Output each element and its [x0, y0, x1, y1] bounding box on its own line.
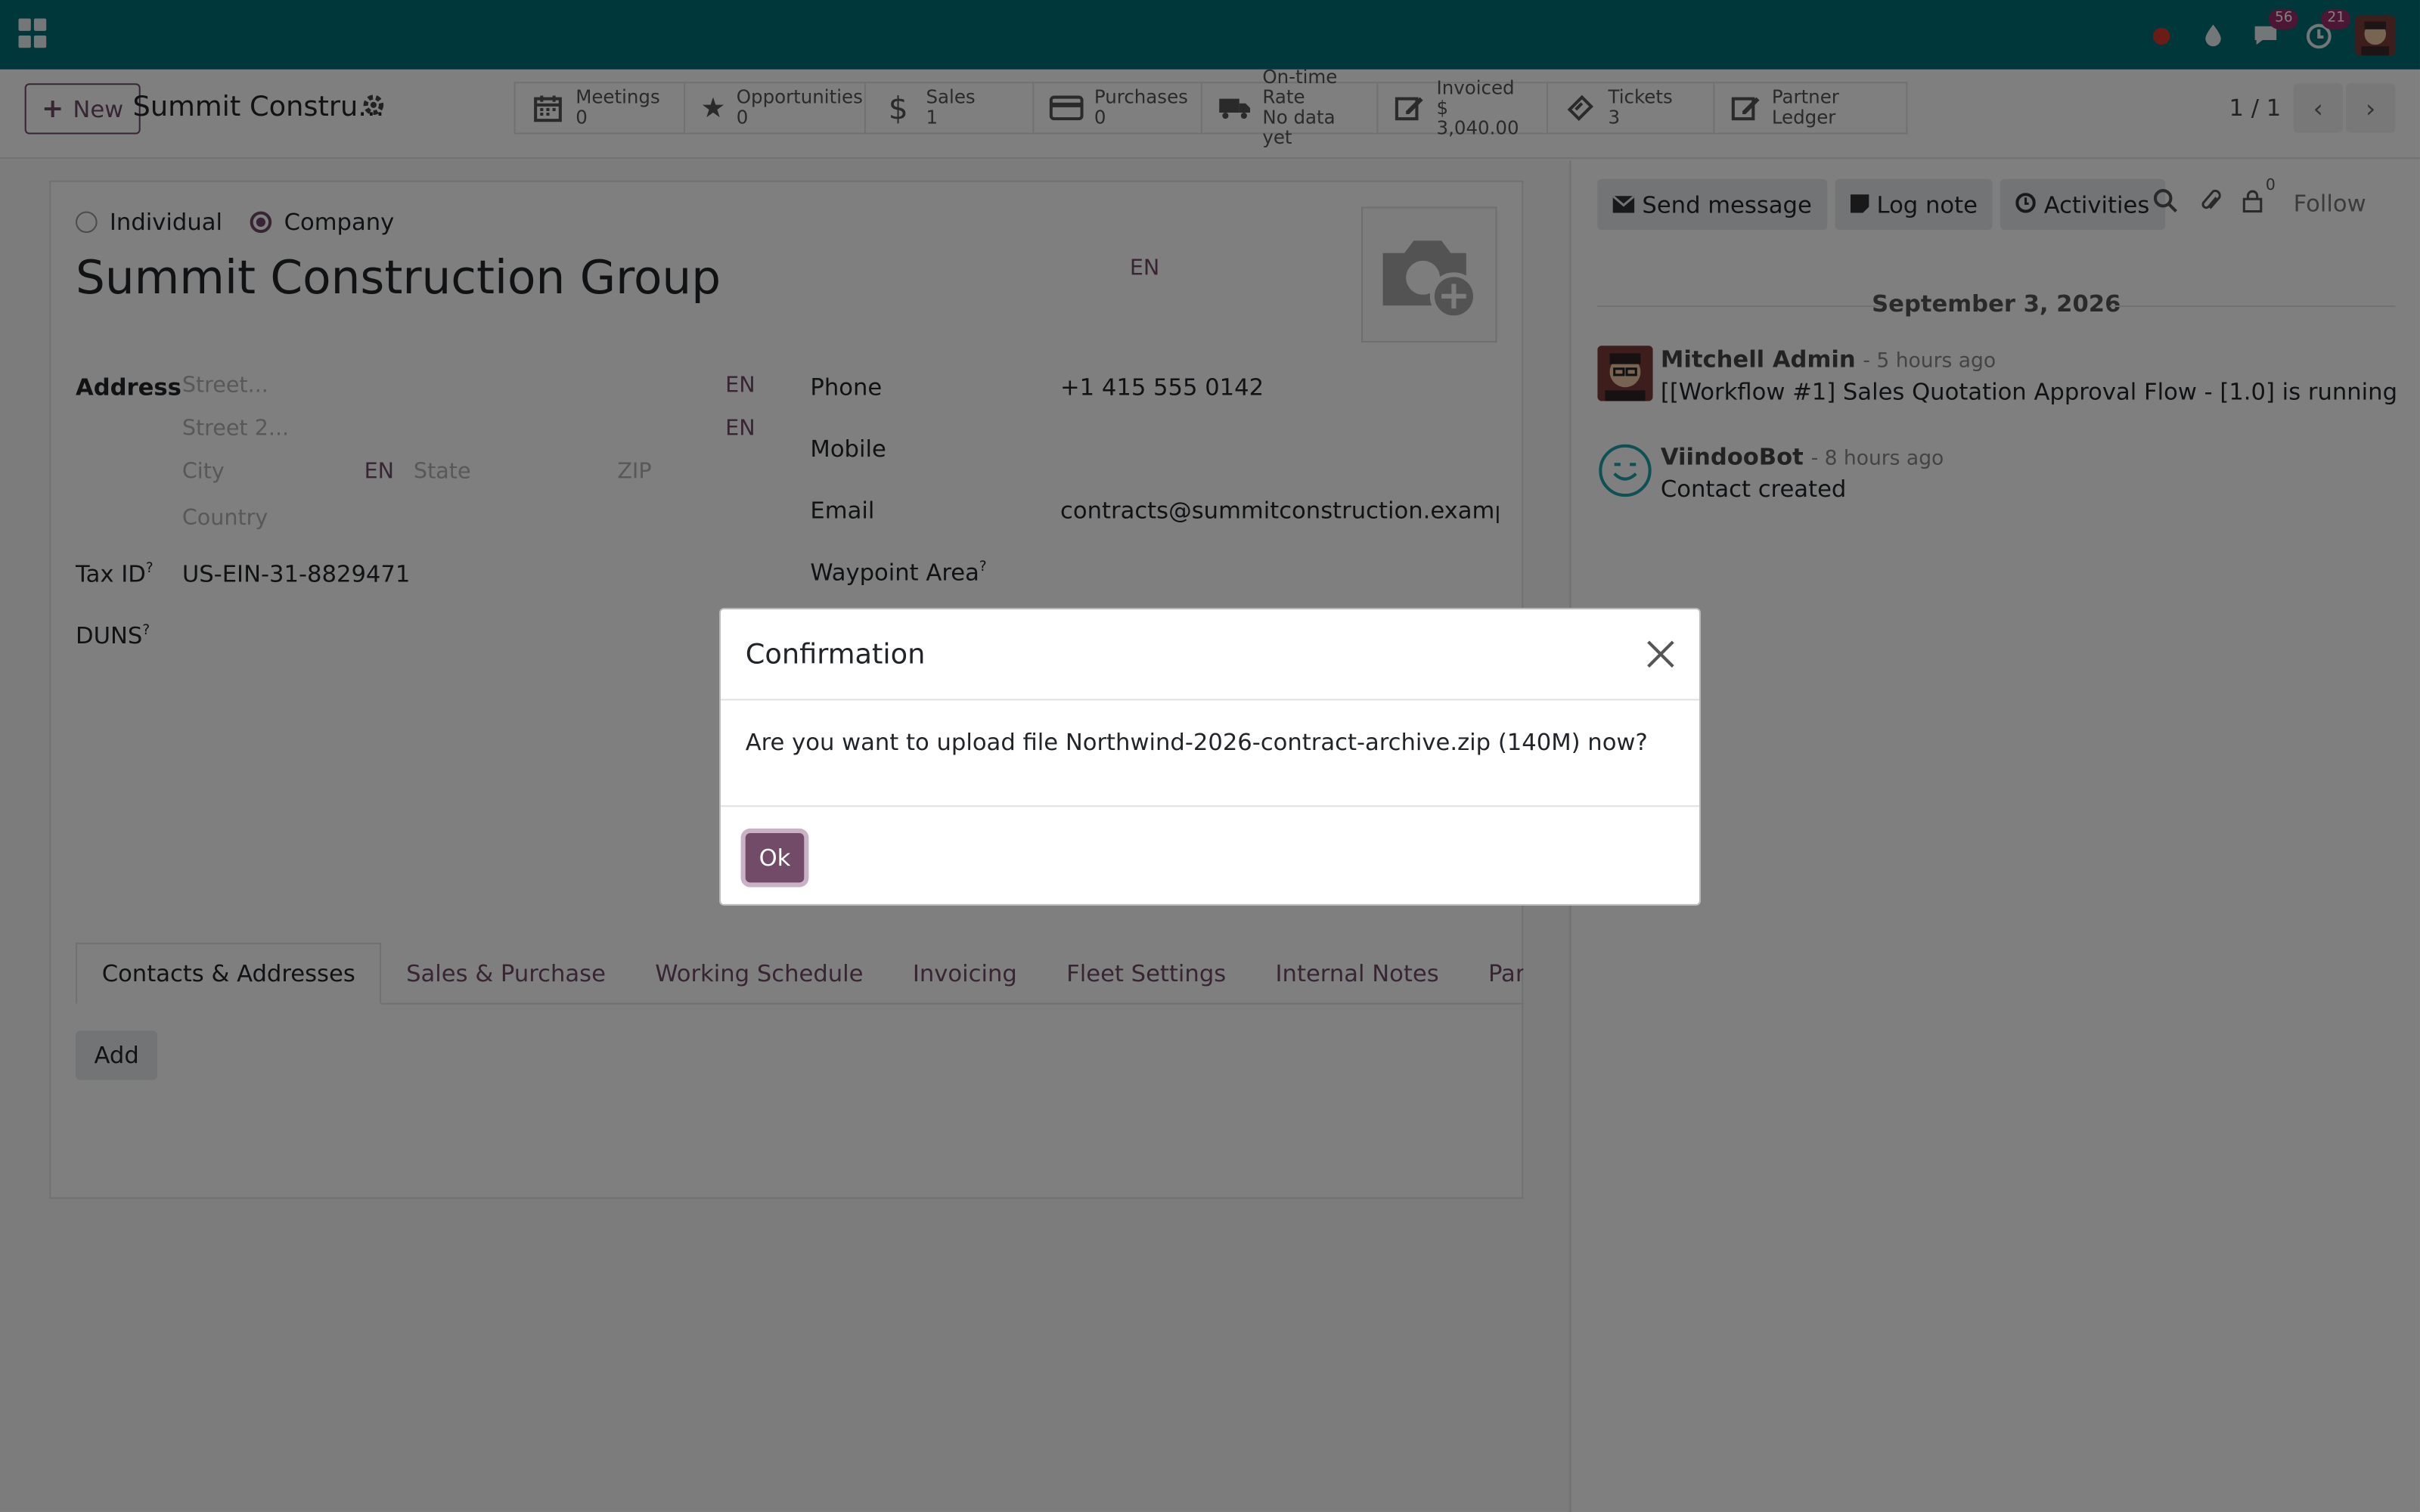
ok-button[interactable]: Ok: [745, 833, 805, 883]
dialog-close-button[interactable]: [1643, 637, 1677, 671]
dialog-body: Are you want to upload file Northwind-20…: [721, 701, 1699, 807]
dialog-footer: Ok: [721, 807, 1699, 904]
dialog-title: Confirmation: [745, 638, 926, 671]
confirmation-dialog: Confirmation Are you want to upload file…: [719, 608, 1701, 906]
close-icon: [1647, 640, 1674, 668]
dialog-message: Are you want to upload file Northwind-20…: [745, 728, 1648, 756]
dialog-header: Confirmation: [721, 609, 1699, 701]
app-root: 56 21 + New Summit Constru... Meetings0: [0, 0, 2420, 1512]
